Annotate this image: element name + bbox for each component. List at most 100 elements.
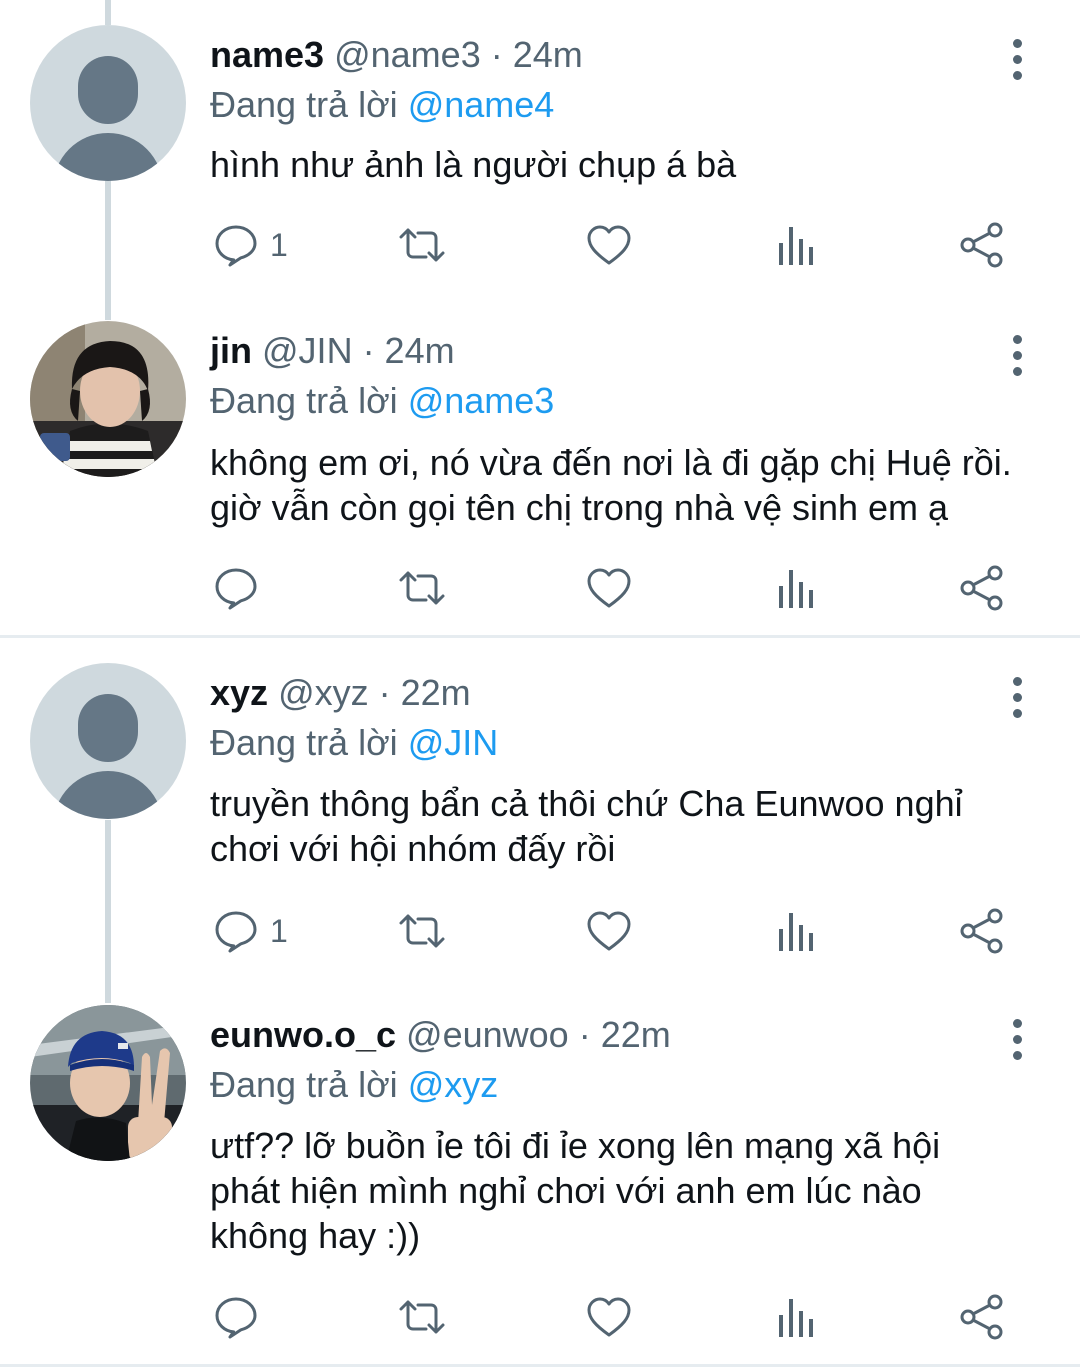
retweet-icon bbox=[399, 571, 445, 605]
avatar[interactable] bbox=[30, 25, 186, 181]
views-button[interactable] bbox=[773, 563, 821, 613]
tweet[interactable]: name3 @name3 · 24m Đang trả lời @name4 h… bbox=[0, 25, 1080, 285]
mention-link[interactable]: @name3 bbox=[408, 380, 555, 421]
tweet-actions: 1 bbox=[0, 906, 1080, 956]
retweet-button[interactable] bbox=[398, 906, 446, 956]
avatar-placeholder-body bbox=[53, 771, 163, 819]
tweet-actions bbox=[0, 1292, 1080, 1342]
views-icon bbox=[779, 570, 813, 608]
heart-icon bbox=[587, 225, 631, 265]
reply-count: 1 bbox=[270, 226, 288, 263]
reply-button[interactable]: 1 bbox=[212, 220, 288, 270]
avatar-placeholder-head bbox=[78, 56, 138, 124]
replying-to: Đang trả lời @name4 bbox=[210, 83, 554, 127]
heart-icon bbox=[587, 1297, 631, 1337]
retweet-button[interactable] bbox=[398, 1292, 446, 1342]
tweet[interactable]: eunwo.o_c @eunwoo · 22m Đang trả lời @xy… bbox=[0, 1005, 1080, 1355]
share-button[interactable] bbox=[958, 563, 1006, 613]
like-button[interactable] bbox=[585, 563, 633, 613]
tweet-actions bbox=[0, 563, 1080, 613]
reply-icon bbox=[215, 911, 257, 953]
retweet-icon bbox=[399, 228, 445, 262]
tweet-text: không em ơi, nó vừa đến nơi là đi gặp ch… bbox=[210, 440, 1050, 530]
more-options-icon[interactable] bbox=[1004, 331, 1030, 391]
heart-icon bbox=[587, 911, 631, 951]
mention-link[interactable]: @xyz bbox=[408, 1064, 499, 1105]
share-icon bbox=[960, 908, 1003, 954]
more-options-icon[interactable] bbox=[1004, 1015, 1030, 1075]
avatar[interactable] bbox=[30, 321, 186, 477]
like-button[interactable] bbox=[585, 1292, 633, 1342]
thread-divider bbox=[0, 635, 1080, 638]
replying-prefix: Đang trả lời bbox=[210, 84, 398, 125]
thread-divider bbox=[0, 1364, 1080, 1367]
share-icon bbox=[960, 565, 1003, 611]
tweet-text-line: phát hiện mình nghỉ chơi với anh em lúc … bbox=[210, 1170, 922, 1211]
share-icon bbox=[960, 1294, 1003, 1340]
tweet-text: hình như ảnh là người chụp á bà bbox=[210, 142, 1050, 187]
tweet-text-line: chơi với hội nhóm đấy rồi bbox=[210, 828, 616, 869]
reply-button[interactable] bbox=[212, 563, 270, 613]
thread-line bbox=[105, 0, 111, 25]
views-icon bbox=[779, 1299, 813, 1337]
views-icon bbox=[779, 913, 813, 951]
mention-link[interactable]: @JIN bbox=[408, 722, 499, 763]
retweet-button[interactable] bbox=[398, 563, 446, 613]
tweet-text-line: giờ vẫn còn gọi tên chị trong nhà vệ sin… bbox=[210, 487, 949, 528]
like-button[interactable] bbox=[585, 906, 633, 956]
profile-photo bbox=[30, 321, 186, 477]
display-name[interactable]: eunwo.o_c bbox=[210, 1014, 396, 1055]
tweet-header: jin @JIN · 24m bbox=[210, 329, 455, 373]
reply-icon bbox=[215, 568, 257, 610]
like-button[interactable] bbox=[585, 220, 633, 270]
tweet-text-line: không hay :)) bbox=[210, 1215, 421, 1256]
replying-to: Đang trả lời @name3 bbox=[210, 379, 554, 423]
handle-and-time: @eunwoo · 22m bbox=[406, 1014, 671, 1055]
tweet[interactable]: jin @JIN · 24m Đang trả lời @name3 không… bbox=[0, 321, 1080, 621]
retweet-icon bbox=[399, 914, 445, 948]
share-icon bbox=[960, 222, 1003, 268]
avatar-placeholder-head bbox=[78, 694, 138, 762]
views-button[interactable] bbox=[773, 220, 821, 270]
reply-button[interactable]: 1 bbox=[212, 906, 288, 956]
display-name[interactable]: jin bbox=[210, 330, 252, 371]
views-button[interactable] bbox=[773, 1292, 821, 1342]
retweet-icon bbox=[399, 1300, 445, 1334]
handle-and-time: @name3 · 24m bbox=[334, 34, 583, 75]
reply-icon bbox=[215, 225, 257, 267]
tweet-text-line: không em ơi, nó vừa đến nơi là đi gặp ch… bbox=[210, 442, 1012, 483]
reply-icon bbox=[215, 1297, 257, 1339]
display-name[interactable]: xyz bbox=[210, 672, 268, 713]
tweet-header: xyz @xyz · 22m bbox=[210, 671, 471, 715]
share-button[interactable] bbox=[958, 906, 1006, 956]
handle-and-time: @JIN · 24m bbox=[262, 330, 455, 371]
reply-button[interactable] bbox=[212, 1292, 270, 1342]
tweet-header: name3 @name3 · 24m bbox=[210, 33, 583, 77]
more-options-icon[interactable] bbox=[1004, 35, 1030, 95]
profile-photo bbox=[30, 1005, 186, 1161]
replying-prefix: Đang trả lời bbox=[210, 1064, 398, 1105]
tweet-text: ưtf?? lỡ buồn ỉe tôi đi ỉe xong lên mạng… bbox=[210, 1123, 1050, 1258]
avatar[interactable] bbox=[30, 1005, 186, 1161]
reply-count: 1 bbox=[270, 912, 288, 949]
replying-prefix: Đang trả lời bbox=[210, 722, 398, 763]
tweet-header: eunwo.o_c @eunwoo · 22m bbox=[210, 1013, 671, 1057]
share-button[interactable] bbox=[958, 1292, 1006, 1342]
tweet[interactable]: xyz @xyz · 22m Đang trả lời @JIN truyền … bbox=[0, 663, 1080, 963]
share-button[interactable] bbox=[958, 220, 1006, 270]
tweet-text-line: ưtf?? lỡ buồn ỉe tôi đi ỉe xong lên mạng… bbox=[210, 1125, 941, 1166]
views-icon bbox=[779, 227, 813, 265]
mention-link[interactable]: @name4 bbox=[408, 84, 555, 125]
more-options-icon[interactable] bbox=[1004, 673, 1030, 733]
avatar-placeholder-body bbox=[53, 133, 163, 181]
tweet-text-line: hình như ảnh là người chụp á bà bbox=[210, 144, 737, 185]
views-button[interactable] bbox=[773, 906, 821, 956]
avatar[interactable] bbox=[30, 663, 186, 819]
heart-icon bbox=[587, 568, 631, 608]
tweet-text: truyền thông bẩn cả thôi chứ Cha Eunwoo … bbox=[210, 781, 1050, 871]
retweet-button[interactable] bbox=[398, 220, 446, 270]
replying-prefix: Đang trả lời bbox=[210, 380, 398, 421]
replying-to: Đang trả lời @xyz bbox=[210, 1063, 498, 1107]
display-name[interactable]: name3 bbox=[210, 34, 324, 75]
replying-to: Đang trả lời @JIN bbox=[210, 721, 498, 765]
